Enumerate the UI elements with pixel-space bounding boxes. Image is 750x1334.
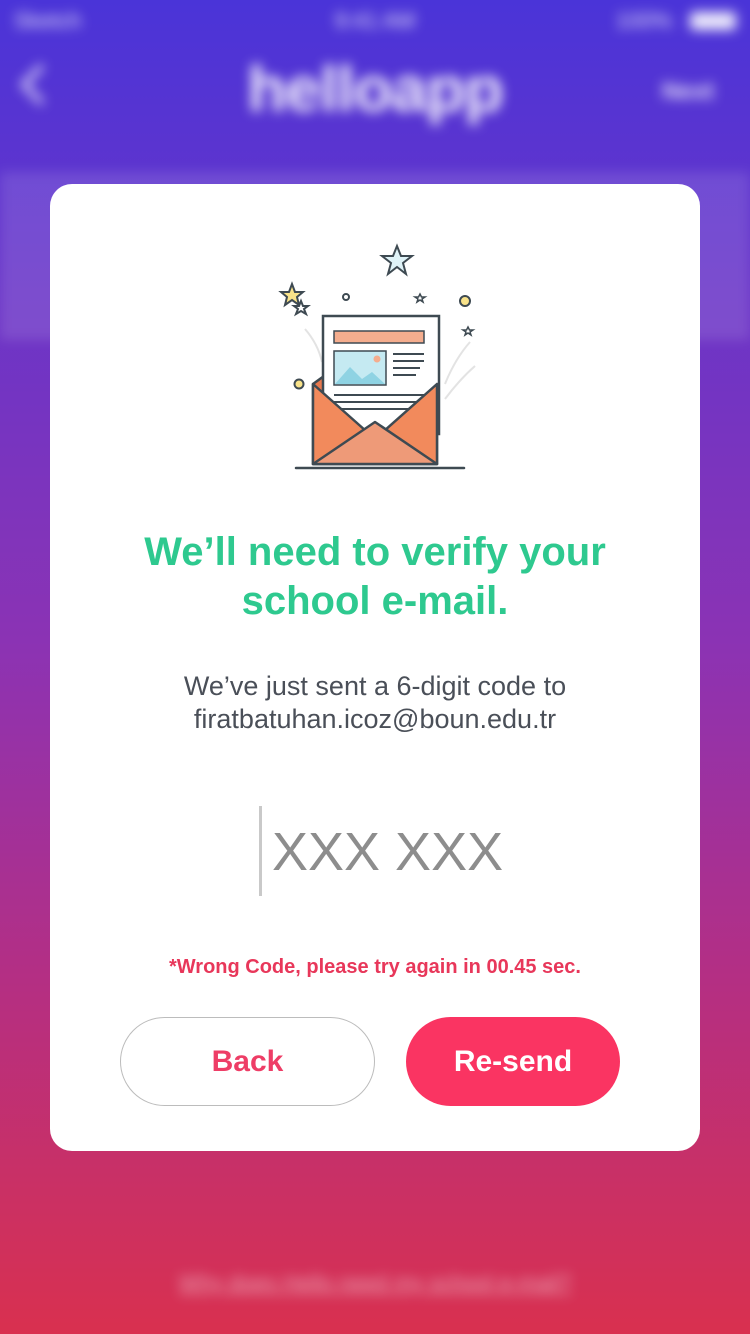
status-bar: Sketch 9:41 AM 100% (0, 0, 750, 40)
back-button[interactable]: Back (120, 1017, 375, 1106)
text-cursor (259, 806, 262, 896)
app-title: helloapp (247, 53, 503, 125)
nav-bar: helloapp Next (0, 40, 750, 170)
modal-subtitle: We’ve just sent a 6-digit code to firatb… (80, 670, 670, 736)
verification-code-input[interactable] (272, 804, 592, 899)
star-icon (379, 243, 415, 277)
subtitle-line: We’ve just sent a 6-digit code to (183, 671, 567, 701)
battery-percent: 100% (615, 8, 672, 33)
code-entry (50, 804, 700, 899)
modal-headline: We’ll need to verify your school e-mail. (144, 530, 606, 623)
resend-button[interactable]: Re-send (406, 1017, 620, 1106)
verification-modal: We’ll need to verify your school e-mail.… (50, 184, 700, 1151)
why-school-email-link[interactable]: Why does Hello need my school e-mail? (0, 1270, 750, 1296)
star-icon (412, 292, 428, 304)
next-button[interactable]: Next (662, 78, 714, 106)
star-icon (460, 325, 476, 337)
error-message: *Wrong Code, please try again in 00.45 s… (168, 956, 581, 978)
email-address: firatbatuhan.icoz@boun.edu.tr (193, 704, 557, 734)
battery-icon (690, 12, 736, 30)
envelope-illustration (278, 243, 476, 470)
